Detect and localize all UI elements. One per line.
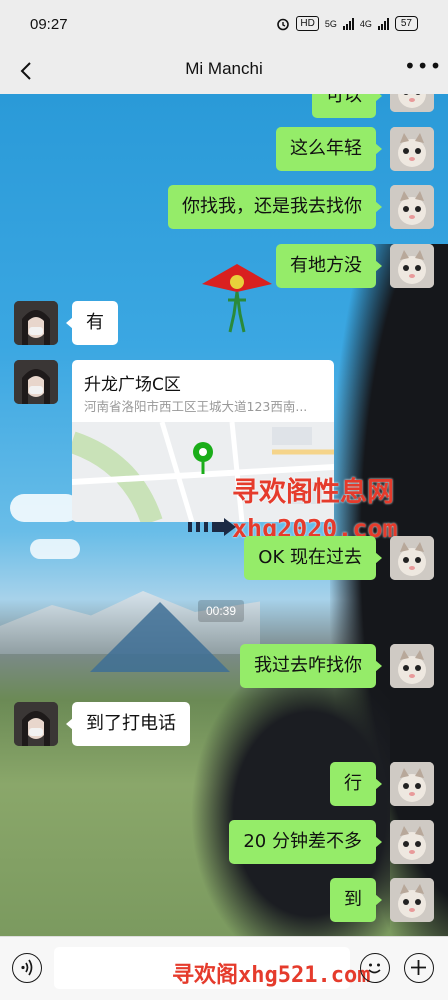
message-outgoing[interactable]: OK 现在过去 (244, 536, 382, 580)
wallpaper-kite (202, 264, 272, 333)
chat-title: Mi Manchi (185, 59, 263, 78)
status-time: 09:27 (30, 16, 68, 33)
message-outgoing[interactable]: 这么年轻 (276, 127, 382, 171)
my-avatar[interactable] (390, 94, 434, 112)
girl-avatar-icon (14, 360, 58, 404)
message-outgoing[interactable]: 有地方没 (276, 244, 382, 288)
wallpaper-cloud (30, 539, 80, 559)
my-avatar[interactable] (390, 244, 434, 288)
cat-avatar-icon (390, 536, 434, 580)
girl-avatar-icon (14, 301, 58, 345)
my-avatar[interactable] (390, 820, 434, 864)
location-name: 升龙广场C区 (84, 375, 181, 395)
network-4g: 4G (359, 18, 372, 29)
location-address: 河南省洛阳市西工区王城大道123西南... (84, 399, 308, 414)
my-avatar[interactable] (390, 127, 434, 171)
message-incoming[interactable]: 有 (66, 301, 118, 345)
cat-avatar-icon (390, 820, 434, 864)
alarm-icon (277, 18, 290, 30)
status-bar: 09:27 HD 5G 4G 57 (0, 0, 448, 48)
battery-level: 57 (394, 16, 418, 31)
message-timestamp: 00:39 (198, 600, 245, 622)
girl-avatar-icon (14, 702, 58, 746)
cat-avatar-icon (390, 244, 434, 288)
emoji-icon (368, 963, 381, 974)
network-5g: 5G (324, 18, 337, 29)
watermark-bottom: 寻欢阁xhg521.com (172, 963, 371, 988)
more-functions-button[interactable] (404, 953, 434, 983)
message-outgoing[interactable]: 我过去咋找你 (240, 644, 382, 688)
wallpaper-cloud (10, 494, 80, 522)
input-bar: 寻欢阁xhg521.com (0, 936, 448, 1000)
cat-avatar-icon (390, 185, 434, 229)
message-outgoing[interactable]: 行 (330, 762, 382, 806)
message-incoming[interactable]: 到了打电话 (66, 702, 190, 746)
message-outgoing[interactable]: 你找我，还是我去找你 (168, 185, 382, 229)
cat-avatar-icon (390, 127, 434, 171)
emoji-button[interactable] (360, 953, 390, 983)
cat-avatar-icon (390, 644, 434, 688)
message-outgoing[interactable]: 20 分钟差不多 (229, 820, 382, 864)
hd-badge: HD (296, 16, 319, 31)
signal-icon (342, 17, 354, 30)
status-icons: HD 5G 4G 57 (276, 16, 418, 31)
contact-avatar[interactable] (14, 301, 58, 345)
cat-avatar-icon (390, 878, 434, 922)
signal-icon-2 (377, 17, 389, 30)
watermark-text: 寻欢阁性息网 (232, 477, 394, 508)
message-outgoing[interactable]: 可以 (312, 94, 382, 118)
chat-area[interactable]: 可以 这么年轻 你找我，还是我去找你 有地方没 有 升龙广场C区 河南省洛阳市西… (0, 94, 448, 936)
my-avatar[interactable] (390, 878, 434, 922)
arrow-icon (188, 518, 236, 536)
my-avatar[interactable] (390, 536, 434, 580)
contact-avatar[interactable] (14, 702, 58, 746)
voice-icon (21, 959, 33, 976)
contact-avatar[interactable] (14, 360, 58, 404)
chat-header: Mi Manchi ••• (0, 48, 448, 94)
plus-icon (411, 960, 426, 975)
cat-avatar-icon (390, 94, 434, 112)
my-avatar[interactable] (390, 644, 434, 688)
more-options-icon[interactable]: ••• (404, 56, 441, 80)
my-avatar[interactable] (390, 762, 434, 806)
cat-avatar-icon (390, 762, 434, 806)
voice-input-button[interactable] (12, 953, 42, 983)
my-avatar[interactable] (390, 185, 434, 229)
message-outgoing[interactable]: 到 (330, 878, 382, 922)
